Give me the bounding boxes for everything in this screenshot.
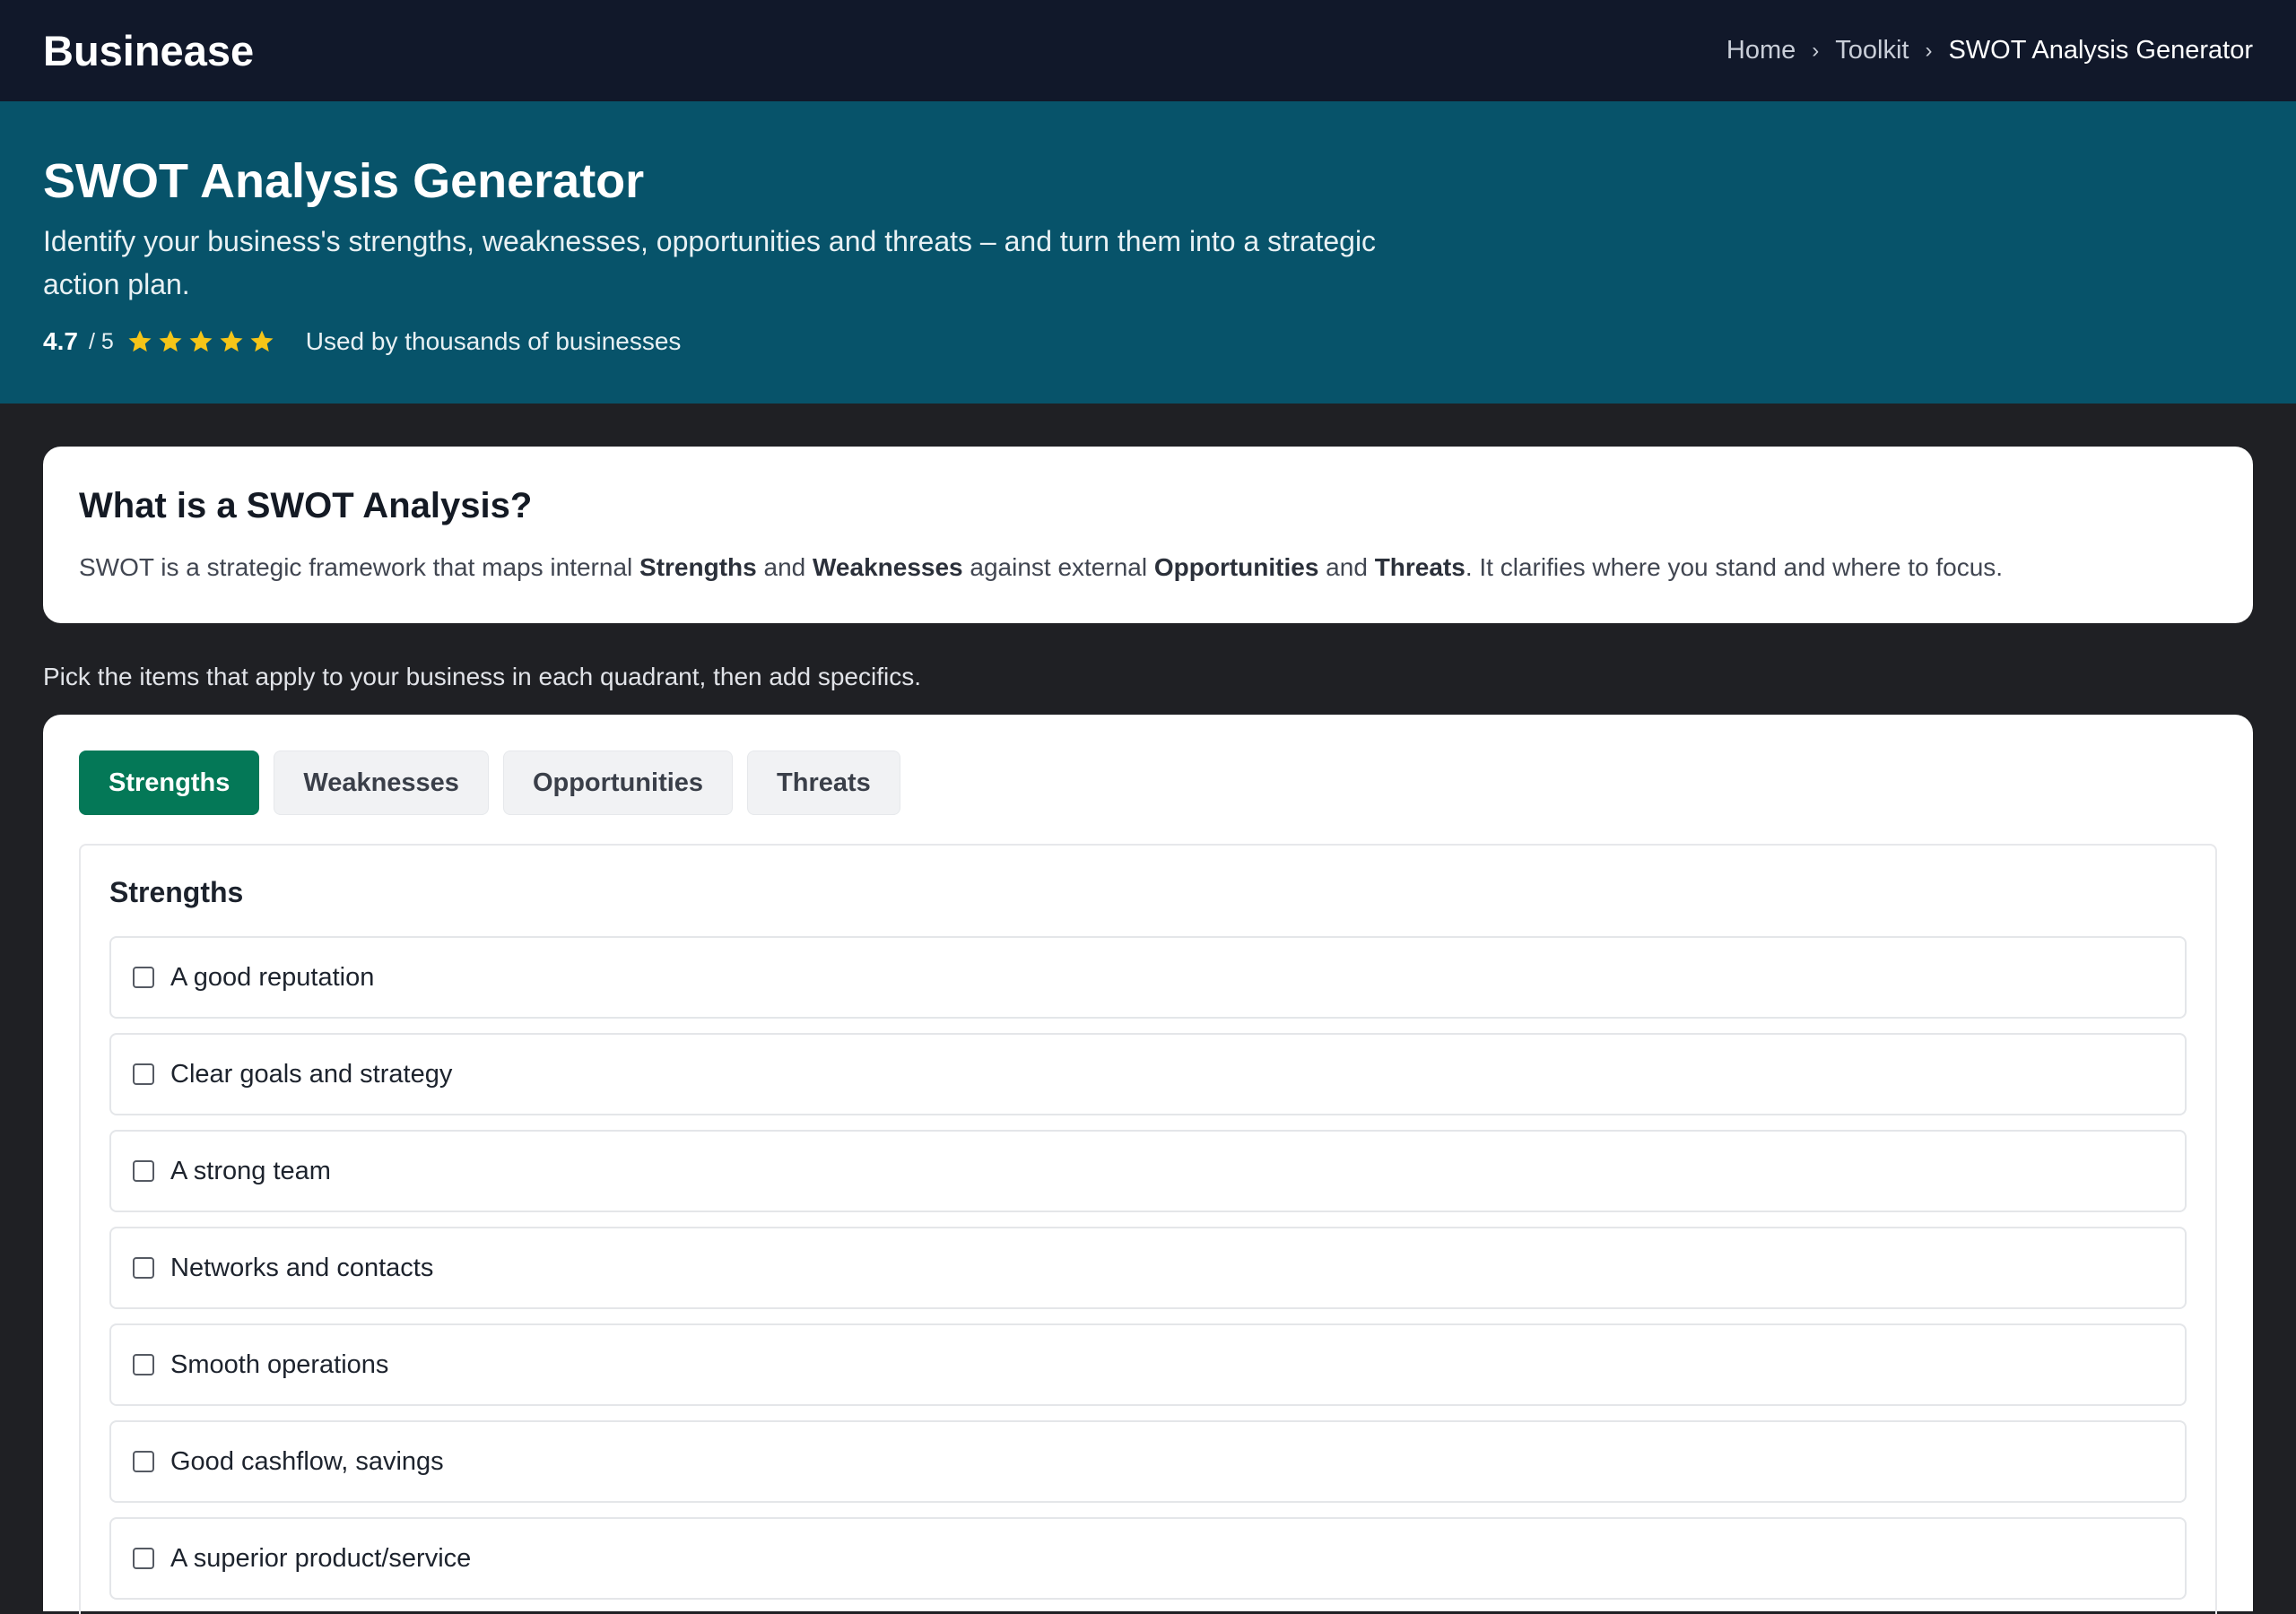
intro-text-part: against external [962,553,1154,581]
intro-text-part: . It clarifies where you stand and where… [1465,553,2004,581]
tab-strengths[interactable]: Strengths [79,751,260,815]
intro-heading: What is a SWOT Analysis? [79,486,533,525]
swot-tabs: Strengths Weaknesses Opportunities Threa… [79,751,2217,815]
main-content: What is a SWOT Analysis? SWOT is a strat… [0,447,2296,1614]
checkbox[interactable] [133,1451,154,1472]
checkbox[interactable] [133,1257,154,1279]
option-label: A strong team [170,1156,331,1185]
intro-text: SWOT is a strategic framework that maps … [79,553,2217,582]
star-icon [220,330,243,352]
option-superior-product[interactable]: A superior product/service [109,1517,2187,1600]
hero-banner: SWOT Analysis Generator Identify your bu… [0,101,2296,404]
tab-opportunities[interactable]: Opportunities [502,751,734,815]
breadcrumb: Home › Toolkit › SWOT Analysis Generator [1726,36,2253,65]
checkbox[interactable] [133,967,154,988]
tab-threats[interactable]: Threats [747,751,900,815]
option-good-cashflow[interactable]: Good cashflow, savings [109,1420,2187,1503]
rating-outof: / 5 [88,328,114,354]
option-smooth-operations[interactable]: Smooth operations [109,1323,2187,1406]
option-clear-goals[interactable]: Clear goals and strategy [109,1033,2187,1115]
checkbox[interactable] [133,1063,154,1085]
page-title: SWOT Analysis Generator [43,154,645,208]
option-label: Smooth operations [170,1349,389,1379]
breadcrumb-current: SWOT Analysis Generator [1948,36,2253,65]
option-good-reputation[interactable]: A good reputation [109,936,2187,1019]
option-label: Clear goals and strategy [170,1059,453,1089]
star-icon [250,330,274,352]
option-label: Good cashflow, savings [170,1446,444,1476]
chevron-right-icon: › [1925,38,1933,63]
star-icon [159,330,182,352]
intro-text-part: and [756,553,813,581]
star-icon [128,330,152,352]
option-networks[interactable]: Networks and contacts [109,1227,2187,1309]
intro-bold-opportunities: Opportunities [1153,553,1319,581]
option-label: A good reputation [170,962,375,992]
rating-row: 4.7 / 5 Used by thousands of businesses [43,327,2253,356]
checkbox[interactable] [133,1548,154,1569]
option-label: Networks and contacts [170,1253,434,1282]
intro-bold-threats: Threats [1374,553,1465,581]
star-icon [189,330,213,352]
checkbox[interactable] [133,1160,154,1182]
swot-panel: Strengths Weaknesses Opportunities Threa… [43,715,2253,1614]
intro-text-part: SWOT is a strategic framework that maps … [79,553,640,581]
usage-text: Used by thousands of businesses [305,327,682,355]
top-navbar: Businease Home › Toolkit › SWOT Analysis… [0,0,2296,101]
option-label: A superior product/service [170,1543,472,1573]
instruction-text: Pick the items that apply to your busine… [43,663,922,690]
quadrant-title: Strengths [109,876,244,908]
chevron-right-icon: › [1812,38,1820,63]
intro-bold-strengths: Strengths [639,553,757,581]
checkbox[interactable] [133,1354,154,1375]
tab-weaknesses[interactable]: Weaknesses [274,751,489,815]
rating-stars [126,328,275,355]
intro-bold-weaknesses: Weaknesses [813,553,963,581]
quadrant-strengths: Strengths A good reputation Clear goals … [79,844,2217,1614]
rating-score: 4.7 [43,327,78,355]
page-subtitle: Identify your business's strengths, weak… [43,225,1377,300]
intro-card: What is a SWOT Analysis? SWOT is a strat… [43,447,2253,623]
brand-logo[interactable]: Businease [43,26,254,75]
breadcrumb-toolkit[interactable]: Toolkit [1835,36,1909,65]
option-strong-team[interactable]: A strong team [109,1130,2187,1212]
intro-text-part: and [1318,553,1375,581]
breadcrumb-home[interactable]: Home [1726,36,1796,65]
